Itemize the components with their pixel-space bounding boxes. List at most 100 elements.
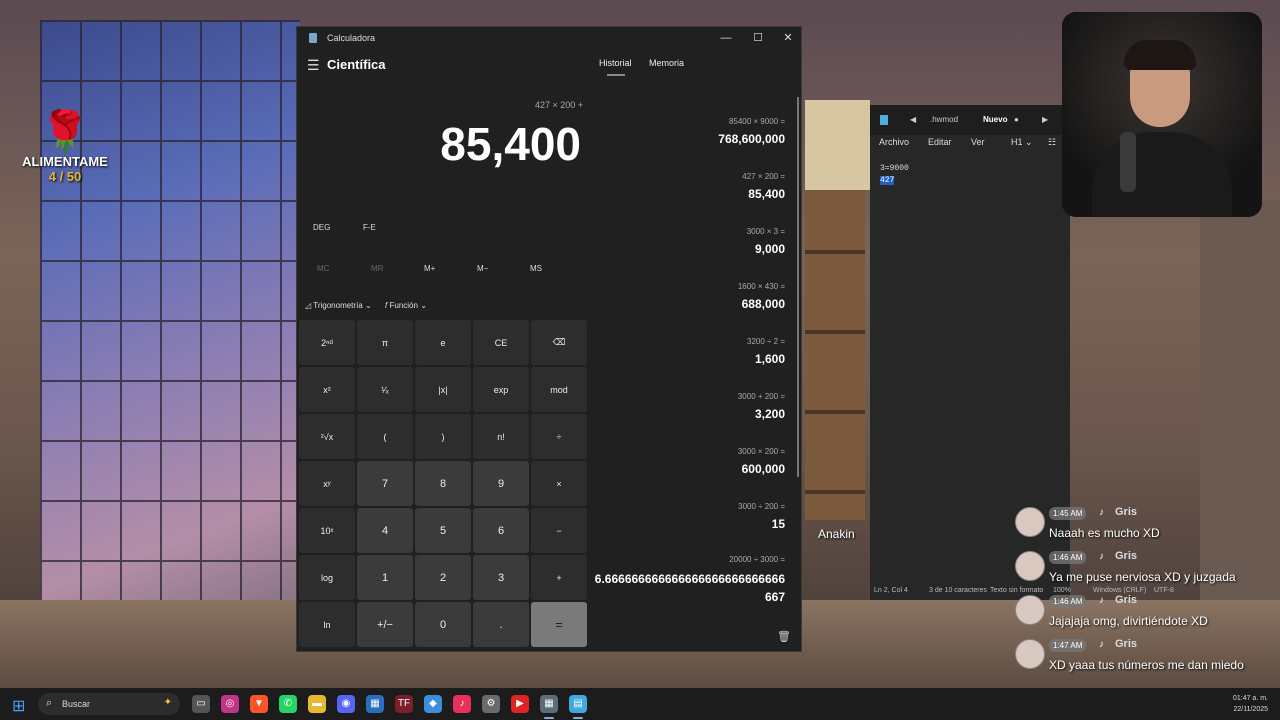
history-result: 15 <box>771 517 785 531</box>
taskbar-search[interactable]: ⌕ Buscar ✦ <box>38 693 180 715</box>
settings-icon[interactable]: ⚙ <box>482 695 500 713</box>
fe-button[interactable]: F-E <box>363 223 376 232</box>
calculator-icon[interactable]: ▦ <box>540 695 558 713</box>
history-item[interactable]: 3000 + 200 = 3,200 <box>738 392 785 421</box>
key-button[interactable]: mod <box>531 367 587 412</box>
key-button[interactable]: ÷ <box>531 414 587 459</box>
m-plus-button[interactable]: M+ <box>424 264 435 273</box>
app-icon-2[interactable]: ◆ <box>424 695 442 713</box>
key-button[interactable]: 1 <box>357 555 413 600</box>
tab-scroll-left-icon[interactable]: ◀ <box>910 115 916 124</box>
mc-button[interactable]: MC <box>317 264 329 273</box>
history-item[interactable]: 85400 × 9000 = 768,600,000 <box>718 117 785 146</box>
key-button[interactable]: 2 <box>415 555 471 600</box>
key-button[interactable]: ( <box>357 414 413 459</box>
tab-nuevo[interactable]: Nuevo <box>983 115 1007 124</box>
key-button[interactable]: ⌫ <box>531 320 587 365</box>
key-button[interactable]: − <box>531 508 587 553</box>
key-button[interactable]: 5 <box>415 508 471 553</box>
key-button[interactable]: + <box>531 555 587 600</box>
history-item[interactable]: 427 × 200 = 85,400 <box>742 172 785 201</box>
taskbar: ⊞ ⌕ Buscar ✦ ▭ ◎ ▼ ✆ ▬ ◉ ▦ TF ◆ ♪ ⚙ ▶ ▦ ▤ 01:47 a. m.… <box>0 688 1280 720</box>
key-button[interactable]: 9 <box>473 461 529 506</box>
clock-date: 22/11/2025 <box>1233 706 1268 713</box>
key-button[interactable]: × <box>531 461 587 506</box>
key-button[interactable]: 7 <box>357 461 413 506</box>
status-encoding: UTF-8 <box>1154 587 1174 594</box>
key-button[interactable]: π <box>357 320 413 365</box>
tab-memoria[interactable]: Memoria <box>649 58 684 68</box>
key-button[interactable]: ¹⁄ₓ <box>357 367 413 412</box>
status-format: Texto sin formato <box>990 587 1044 594</box>
heading-dropdown[interactable]: H1 ⌄ <box>1011 137 1033 148</box>
task-view-icon[interactable]: ▭ <box>192 695 210 713</box>
discord-icon[interactable]: ◉ <box>337 695 355 713</box>
tab-hwmod[interactable]: .hwmod <box>930 115 958 124</box>
key-button[interactable]: 2ⁿᵈ <box>299 320 355 365</box>
tiktok-icon[interactable]: ♪ <box>453 695 471 713</box>
history-item[interactable]: 3000 × 200 = 600,000 <box>738 447 785 476</box>
key-button[interactable]: 0 <box>415 602 471 647</box>
youtube-icon[interactable]: ▶ <box>511 695 529 713</box>
key-button[interactable]: 6 <box>473 508 529 553</box>
microphone-icon <box>1120 132 1136 192</box>
menu-ver[interactable]: Ver <box>971 137 985 147</box>
key-button[interactable]: . <box>473 602 529 647</box>
tab-scroll-right-icon[interactable]: ▶ <box>1042 115 1048 124</box>
brave-icon[interactable]: ▼ <box>250 695 268 713</box>
calculator-titlebar[interactable]: Calculadora — ☐ ✕ <box>297 27 801 49</box>
key-button[interactable]: 4 <box>357 508 413 553</box>
menu-archivo[interactable]: Archivo <box>879 137 909 147</box>
history-item[interactable]: 1600 × 430 = 688,000 <box>738 282 785 311</box>
history-scrollbar[interactable] <box>797 97 799 477</box>
history-item[interactable]: 20000 ÷ 3000 = 6.666666666666666666666666… <box>593 555 785 606</box>
key-button[interactable]: xʸ <box>299 461 355 506</box>
key-button[interactable]: exp <box>473 367 529 412</box>
file-explorer-icon[interactable]: ▬ <box>308 695 326 713</box>
key-button[interactable]: +/− <box>357 602 413 647</box>
notepad-icon[interactable]: ▤ <box>569 695 587 713</box>
maximize-icon[interactable]: ☐ <box>743 29 773 47</box>
key-button[interactable]: 8 <box>415 461 471 506</box>
function-dropdown[interactable]: Función <box>389 301 417 310</box>
instagram-icon[interactable]: ◎ <box>221 695 239 713</box>
goal-counter: 4 / 50 <box>48 169 82 184</box>
key-button[interactable]: ln <box>299 602 355 647</box>
list-icon[interactable]: ☷ <box>1048 137 1056 148</box>
key-button[interactable]: ) <box>415 414 471 459</box>
windows-start-icon[interactable]: ⊞ <box>12 696 25 716</box>
history-item[interactable]: 3000 × 3 = 9,000 <box>747 227 785 256</box>
trig-dropdown[interactable]: Trigonometría <box>313 301 363 310</box>
close-icon[interactable]: ✕ <box>773 29 803 47</box>
tf-icon[interactable]: TF <box>395 695 413 713</box>
tab-historial[interactable]: Historial <box>599 58 632 68</box>
key-button[interactable]: |x| <box>415 367 471 412</box>
ms-button[interactable]: MS <box>530 264 542 273</box>
result-display: 85,400 <box>440 118 581 170</box>
history-item[interactable]: 3200 ÷ 2 = 1,600 <box>747 337 785 366</box>
menu-editar[interactable]: Editar <box>928 137 952 147</box>
key-button[interactable]: ²√x <box>299 414 355 459</box>
key-button[interactable]: n! <box>473 414 529 459</box>
key-button[interactable]: log <box>299 555 355 600</box>
angle-mode-button[interactable]: DEG <box>313 223 330 232</box>
key-button[interactable]: e <box>415 320 471 365</box>
message-time: 1:47 AM <box>1049 639 1087 652</box>
hamburger-menu-icon[interactable]: ☰ <box>307 57 320 74</box>
mr-button[interactable]: MR <box>371 264 383 273</box>
message-time: 1:46 AM <box>1049 595 1087 608</box>
system-clock[interactable]: 01:47 a. m. 22/11/2025 <box>1233 693 1268 715</box>
key-button[interactable]: 10ˣ <box>299 508 355 553</box>
key-button[interactable]: CE <box>473 320 529 365</box>
trash-icon[interactable]: 🗑 <box>777 630 791 643</box>
notepad-text-area[interactable]: 3=9000 427 <box>880 163 909 187</box>
app-icon[interactable]: ▦ <box>366 695 384 713</box>
history-item[interactable]: 3000 ÷ 200 = 15 <box>738 502 785 531</box>
whatsapp-icon[interactable]: ✆ <box>279 695 297 713</box>
minimize-icon[interactable]: — <box>711 29 741 47</box>
m-minus-button[interactable]: M− <box>477 264 488 273</box>
function-f-icon: f <box>385 301 388 310</box>
key-button[interactable]: = <box>531 602 587 647</box>
key-button[interactable]: x² <box>299 367 355 412</box>
key-button[interactable]: 3 <box>473 555 529 600</box>
